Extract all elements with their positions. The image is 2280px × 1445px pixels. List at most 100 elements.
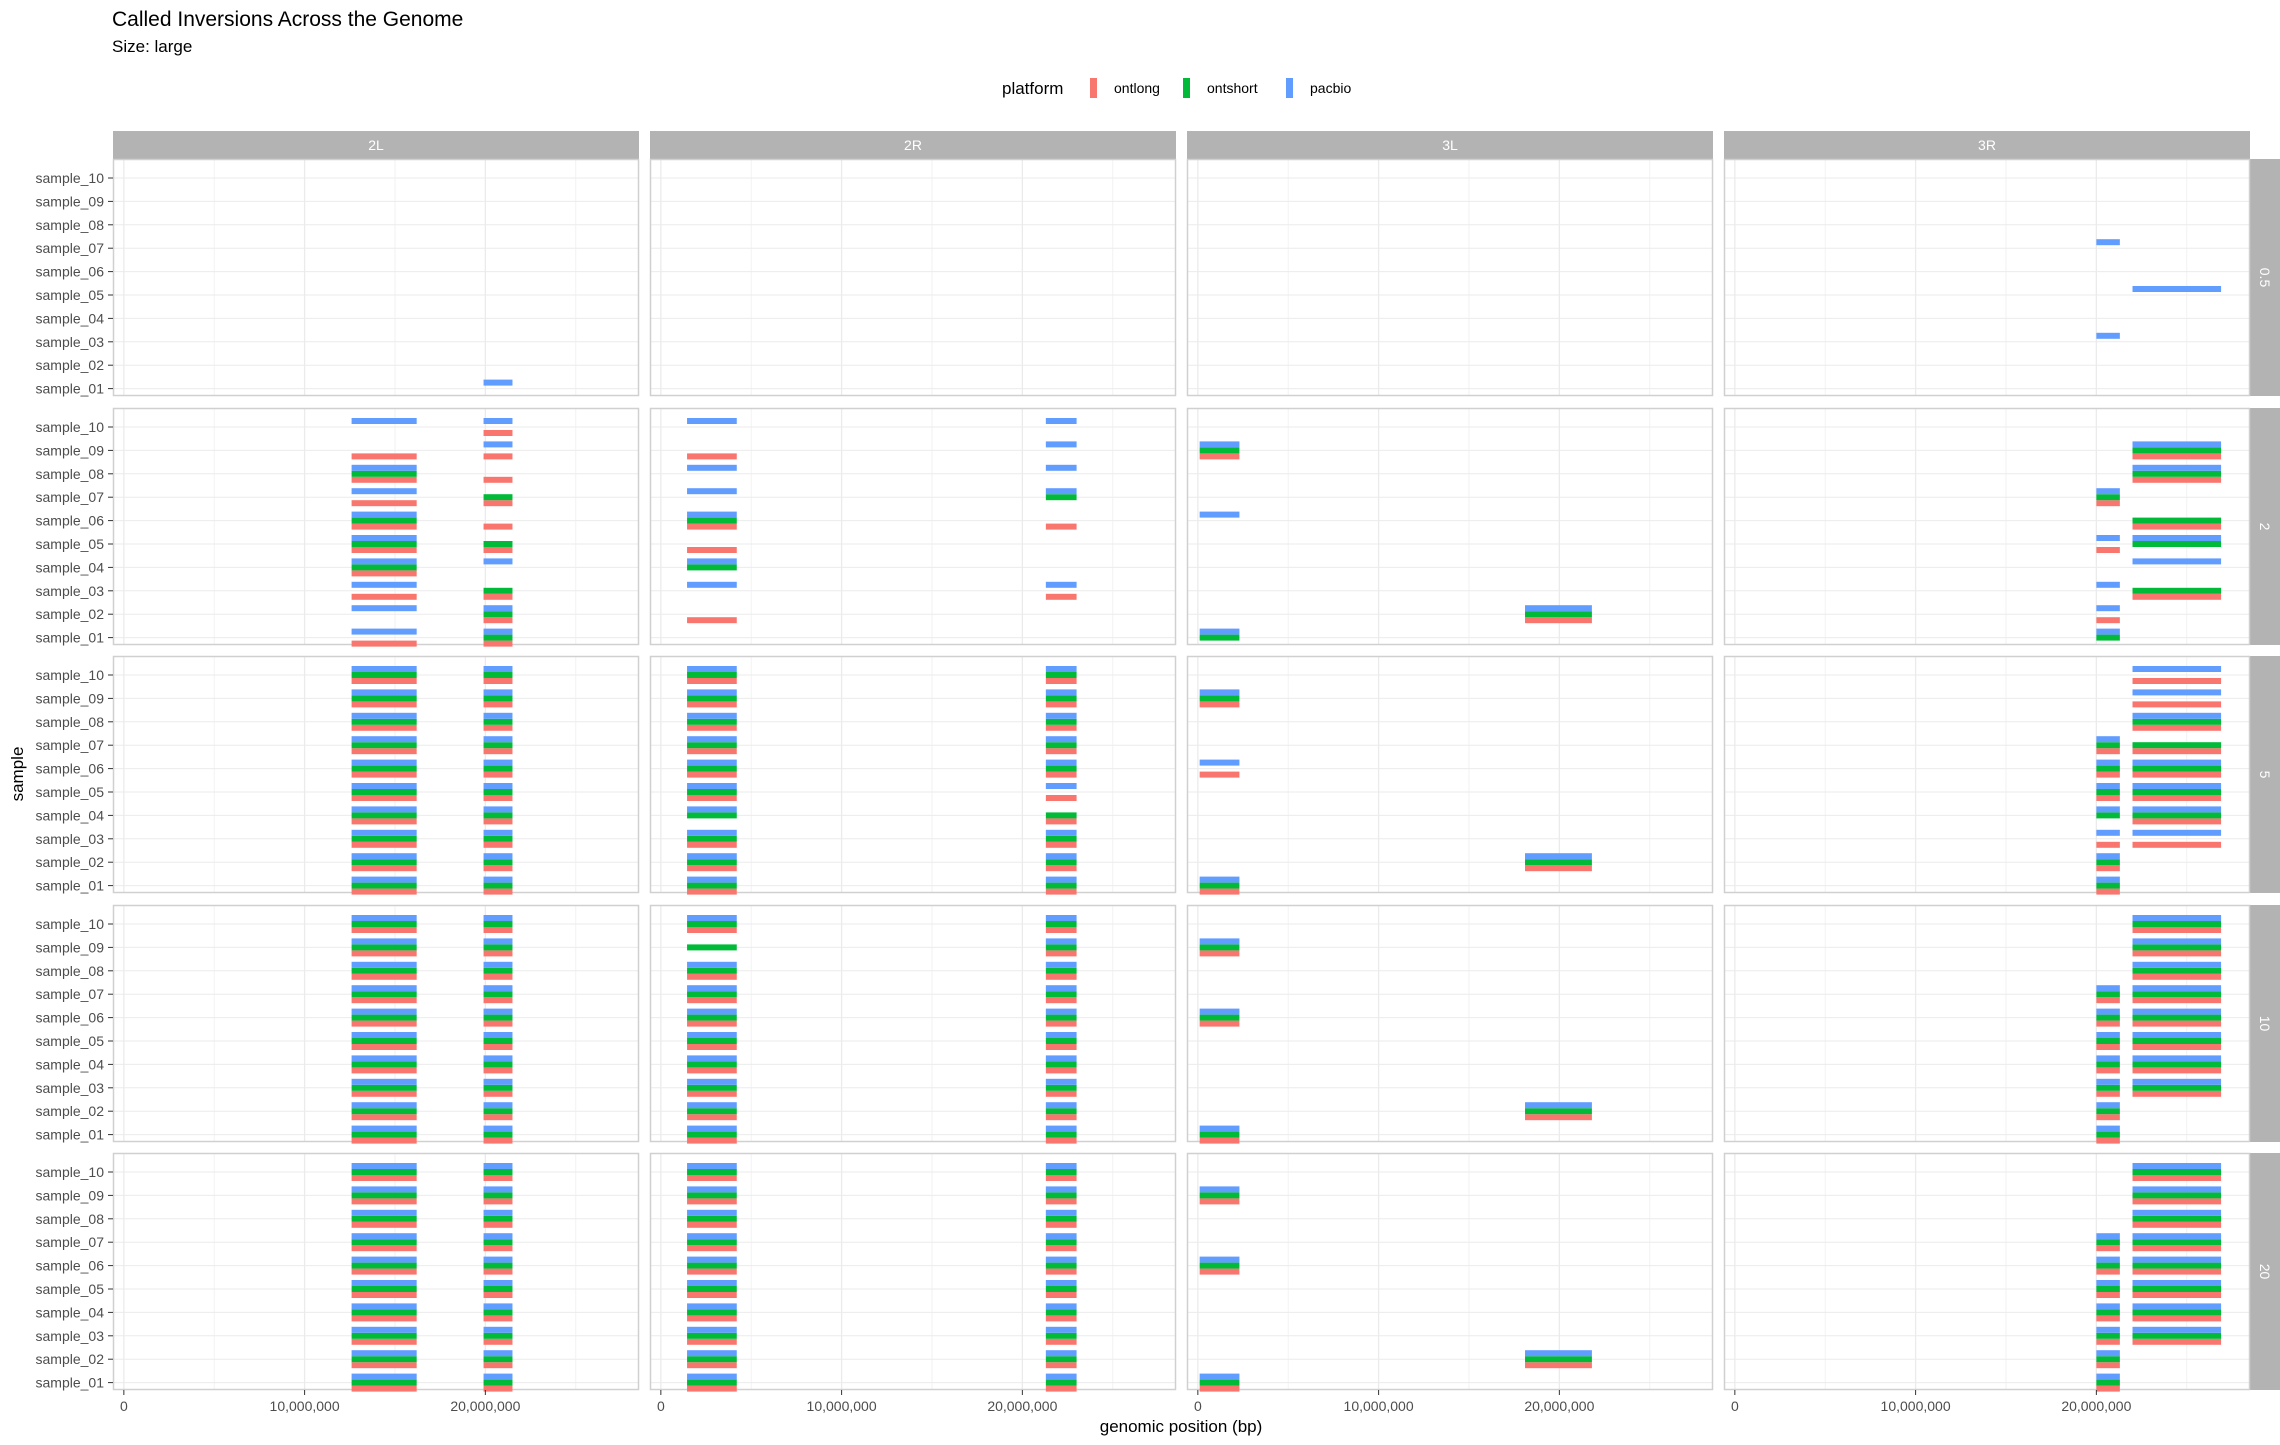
bar-ontlong-sample_01-3L-20 [1200,1386,1240,1392]
bar-ontshort-sample_02-2R-20 [687,1356,737,1362]
bar-ontshort-sample_10-2R-20 [687,1169,737,1175]
bar-pacbio-sample_05-2L-2 [352,535,417,541]
bar-ontshort-sample_03-3R-20 [2133,1333,2222,1339]
bar-pacbio-sample_03-3R-10 [2096,1079,2119,1085]
bar-ontshort-sample_08-3R-2 [2133,471,2222,477]
bar-ontshort-sample_07-3R-5 [2133,742,2222,748]
bar-ontshort-sample_02-2R-10 [1046,1108,1077,1114]
bar-ontshort-sample_05-2L-20 [484,1286,513,1292]
legend-key-ontlong [1090,78,1097,98]
bar-ontshort-sample_09-2L-20 [484,1192,513,1198]
bar-ontshort-sample_06-3R-10 [2133,1015,2222,1021]
panel-background [650,159,1176,396]
bar-ontshort-sample_03-2L-5 [352,836,417,842]
x-tick-label: 10,000,000 [1344,1398,1414,1414]
bar-ontlong-sample_03-2L-20 [352,1339,417,1345]
bar-pacbio-sample_02-2L-5 [352,853,417,859]
bar-ontshort-sample_02-2L-20 [484,1356,513,1362]
bar-pacbio-sample_07-3R-20 [2133,1233,2222,1239]
bar-ontlong-sample_03-2R-20 [1046,1339,1077,1345]
bar-ontshort-sample_08-3R-20 [2133,1216,2222,1222]
bar-ontshort-sample_09-2R-20 [687,1192,737,1198]
bar-pacbio-sample_03-3R-5 [2133,830,2222,836]
bar-pacbio-sample_01-2L-20 [352,1374,417,1380]
bar-ontlong-sample_04-2R-20 [1046,1315,1077,1321]
y-tick-label: sample_08 [36,963,105,979]
bar-pacbio-sample_06-2L-5 [352,760,417,766]
bar-ontlong-sample_04-2L-5 [352,818,417,824]
bar-ontlong-sample_01-2R-20 [687,1386,737,1392]
column-strip-label-2R: 2R [904,137,922,153]
bar-pacbio-sample_05-2L-10 [484,1032,513,1038]
bar-ontlong-sample_08-2R-10 [687,974,737,980]
bar-pacbio-sample_04-2R-10 [1046,1055,1077,1061]
bar-pacbio-sample_08-2L-10 [352,962,417,968]
bar-pacbio-sample_03-2R-20 [687,1327,737,1333]
y-tick-label: sample_01 [36,1375,105,1391]
bar-ontshort-sample_08-2L-10 [484,968,513,974]
bar-ontshort-sample_09-2L-5 [352,695,417,701]
bar-pacbio-sample_02-3R-5 [2096,853,2119,859]
bar-ontlong-sample_09-3R-5 [2133,701,2222,707]
y-tick-label: sample_08 [36,1211,105,1227]
bar-ontshort-sample_01-3R-5 [2096,883,2119,889]
bar-ontshort-sample_05-2R-10 [687,1038,737,1044]
bar-pacbio-sample_02-2R-10 [1046,1102,1077,1108]
bar-ontshort-sample_04-3R-10 [2133,1061,2222,1067]
bar-ontshort-sample_08-2R-20 [1046,1216,1077,1222]
bar-ontshort-sample_04-2L-5 [484,812,513,818]
bar-ontlong-sample_05-3R-10 [2096,1044,2119,1050]
bar-pacbio-sample_04-3R-20 [2133,1303,2222,1309]
bar-ontlong-sample_07-3R-2 [2096,500,2119,506]
row-strip-label-5: 5 [2257,771,2273,779]
bar-pacbio-sample_06-3L-10 [1200,1009,1240,1015]
bar-pacbio-sample_03-2L-20 [352,1327,417,1333]
panel-background [113,159,639,396]
bar-ontlong-sample_06-2L-5 [352,772,417,778]
bar-ontlong-sample_03-2R-5 [687,842,737,848]
bar-ontshort-sample_07-2R-5 [687,742,737,748]
bar-ontshort-sample_03-2R-20 [1046,1333,1077,1339]
bar-ontlong-sample_02-3R-20 [2096,1362,2119,1368]
bar-pacbio-sample_01-2R-5 [1046,877,1077,883]
bar-pacbio-sample_02-2R-10 [687,1102,737,1108]
bar-pacbio-sample_06-3R-5 [2133,760,2222,766]
x-tick-label: 20,000,000 [1524,1398,1594,1414]
bar-ontlong-sample_01-2R-5 [687,889,737,895]
y-tick-label: sample_05 [36,1033,105,1049]
bar-ontshort-sample_07-3R-10 [2096,991,2119,997]
bar-pacbio-sample_05-2R-20 [1046,1280,1077,1286]
bar-pacbio-sample_05-2R-5 [1046,783,1077,789]
bar-ontlong-sample_01-2L-10 [484,1138,513,1144]
bar-ontlong-sample_08-2L-2 [484,477,513,483]
bar-ontshort-sample_07-2R-20 [1046,1239,1077,1245]
bar-pacbio-sample_08-2R-5 [687,713,737,719]
bar-ontlong-sample_03-2L-5 [352,842,417,848]
bar-pacbio-sample_07-2R-5 [1046,736,1077,742]
bar-pacbio-sample_08-2L-5 [484,713,513,719]
bar-pacbio-sample_02-3L-20 [1525,1350,1592,1356]
panel-2L-5 [113,656,639,895]
bar-ontshort-sample_05-3R-20 [2096,1286,2119,1292]
bar-ontshort-sample_08-3R-10 [2133,968,2222,974]
x-tick-label: 20,000,000 [2061,1398,2131,1414]
bar-ontshort-sample_03-2R-10 [1046,1085,1077,1091]
bar-ontshort-sample_01-2L-10 [352,1132,417,1138]
bar-pacbio-sample_04-2L-2 [352,558,417,564]
panel-3R-2 [1724,408,2250,645]
bar-ontshort-sample_05-3R-5 [2096,789,2119,795]
bar-pacbio-sample_05-2L-10 [352,1032,417,1038]
bar-ontshort-sample_07-2L-20 [484,1239,513,1245]
bar-ontshort-sample_10-2R-20 [1046,1169,1077,1175]
bar-pacbio-sample_02-2L-20 [352,1350,417,1356]
bar-pacbio-sample_07-2R-20 [687,1233,737,1239]
bar-ontshort-sample_06-2L-2 [352,518,417,524]
bar-ontlong-sample_01-3R-10 [2096,1138,2119,1144]
bar-ontshort-sample_09-2L-20 [352,1192,417,1198]
y-tick-label: sample_09 [36,939,105,955]
bar-ontlong-sample_02-2L-10 [352,1114,417,1120]
panel-3R-20 [1724,1153,2250,1392]
bar-ontshort-sample_06-3L-10 [1200,1015,1240,1021]
bar-pacbio-sample_10-2L-5 [484,666,513,672]
bar-pacbio-sample_02-2L-10 [484,1102,513,1108]
